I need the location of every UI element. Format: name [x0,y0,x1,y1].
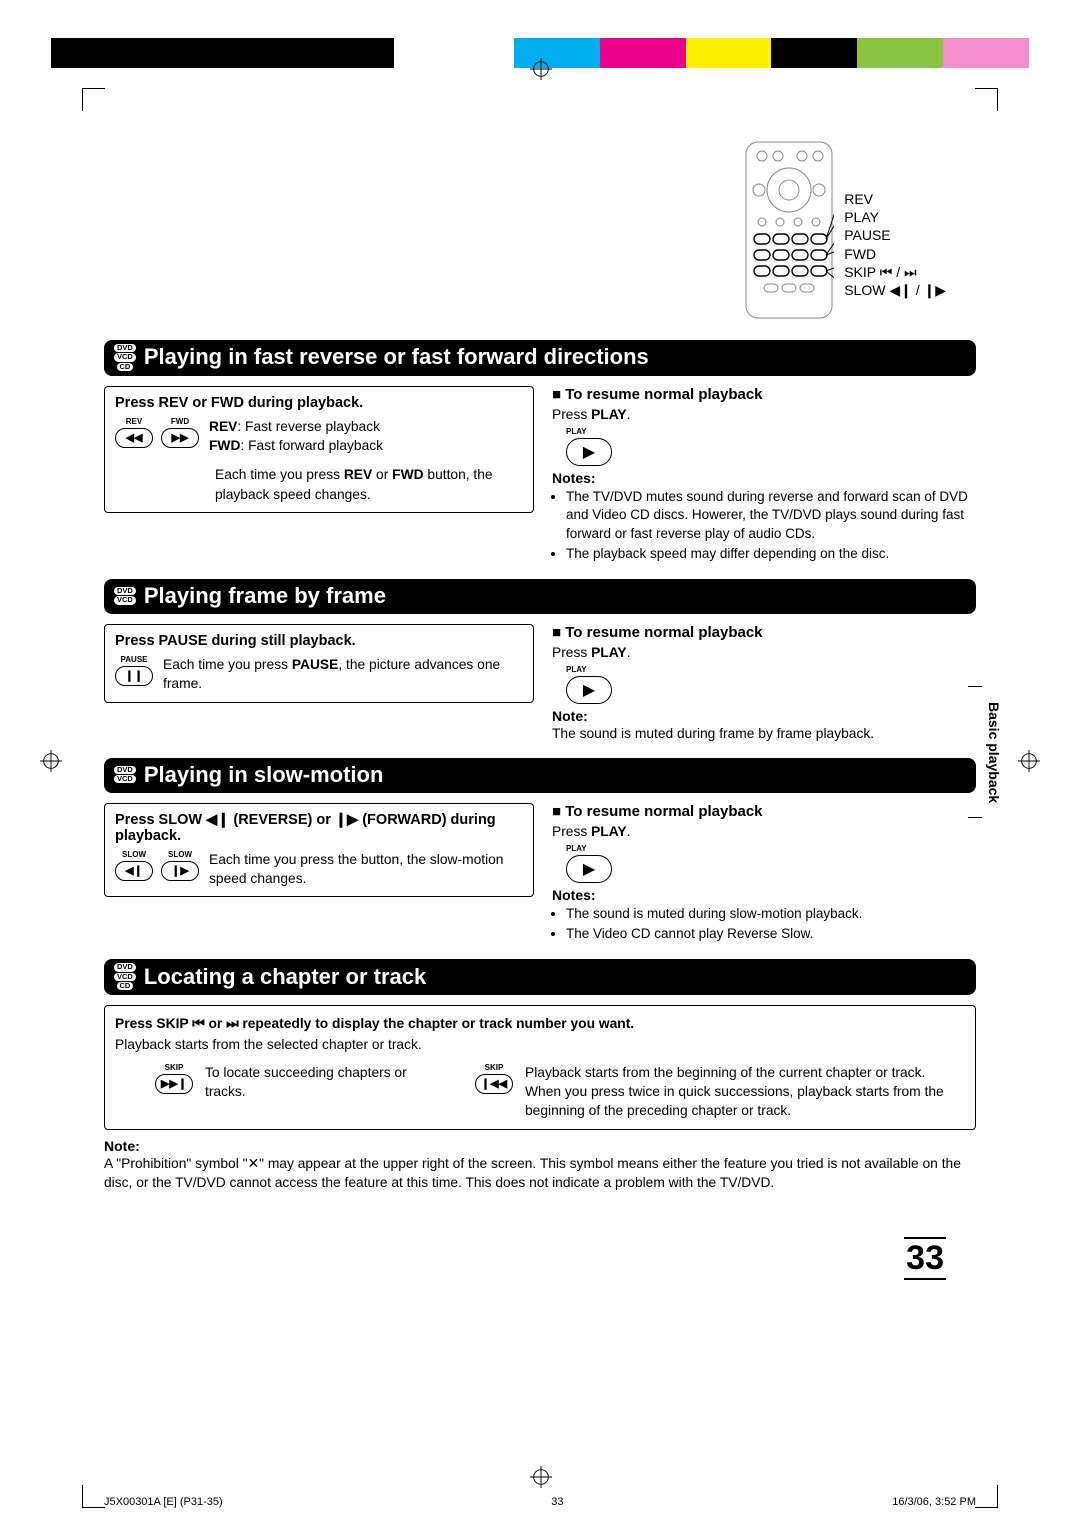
footer: J5X00301A [E] (P31-35) 33 16/3/06, 3:52 … [104,1496,976,1508]
pause-description: Each time you press PAUSE, the picture a… [163,655,523,694]
note-text: The sound is muted during frame by frame… [552,724,976,743]
instruction-box: Press REV or FWD during playback. REV ◀◀… [104,386,534,513]
skip-forward-text: To locate succeeding chapters or tracks. [205,1063,445,1121]
section-title-text: Playing in slow-motion [144,762,384,788]
disc-badge: DVDVCDCD [114,963,136,990]
page-number: 33 [904,1237,946,1280]
disc-badge: DVDVCD [114,587,136,605]
crop-mark [975,88,998,111]
rev-fwd-description: REV: Fast reverse playbackFWD: Fast forw… [209,417,383,456]
crop-mark [82,1485,105,1508]
resume-heading: To resume normal playback [552,624,976,641]
speed-change-note: Each time you press REV or FWD button, t… [215,465,523,504]
disc-badge: DVDVCD [114,766,136,784]
section-title-text: Locating a chapter or track [144,964,426,990]
crop-mark [975,1485,998,1508]
play-button-icon: ▶ [566,438,612,466]
registration-mark-icon [530,1466,552,1488]
disc-badge: DVDVCDCD [114,344,136,371]
instruction-box: Press SKIP ⏮ or ⏭ repeatedly to display … [104,1005,976,1130]
fwd-button-icon: FWD ▶▶ [161,417,199,448]
skip-back-text: Playback starts from the beginning of th… [525,1063,965,1121]
section-title-text: Playing frame by frame [144,583,386,609]
notes-list: The sound is muted during slow-motion pl… [552,905,976,943]
registration-mark-icon [1018,750,1040,772]
section-heading-fast: DVDVCDCD Playing in fast reverse or fast… [104,340,976,376]
section-heading-locate: DVDVCDCD Locating a chapter or track [104,959,976,995]
registration-mark-icon [40,750,62,772]
resume-heading: To resume normal playback [552,386,976,403]
play-label: PLAY [566,427,976,436]
slow-instruction-head: Press SLOW ◀❙ (REVERSE) or ❙▶ (FORWARD) … [115,812,523,844]
crop-mark [82,88,105,111]
side-tab: Basic playback [984,698,1004,807]
pause-button-icon: PAUSE ❙❙ [115,655,153,686]
remote-labels: REV PLAY PAUSE FWD SKIP ⏮ / ⏭ SLOW ◀❙ / … [844,190,946,299]
final-note-body: A "Prohibition" symbol "✕" may appear at… [104,1154,976,1193]
slow-reverse-icon: SLOW ◀❙ [115,850,153,881]
instruction-box: Press PAUSE during still playback. PAUSE… [104,624,534,703]
section-title-text: Playing in fast reverse or fast forward … [144,344,649,370]
section-heading-slow: DVDVCD Playing in slow-motion [104,758,976,793]
resume-heading: To resume normal playback [552,803,976,820]
slow-description: Each time you press the button, the slow… [209,850,523,889]
slow-forward-icon: SLOW ❙▶ [161,850,199,881]
side-tab-frame [968,686,982,818]
section-heading-frame: DVDVCD Playing frame by frame [104,579,976,614]
skip-forward-icon: SKIP ▶▶❙ [155,1063,193,1121]
registration-mark-icon [530,58,552,80]
final-note-head: Note: [104,1138,976,1154]
play-button-icon: ▶ [566,855,612,883]
notes-list: The TV/DVD mutes sound during reverse an… [552,488,976,563]
instruction-box: Press SLOW ◀❙ (REVERSE) or ❙▶ (FORWARD) … [104,803,534,898]
rev-button-icon: REV ◀◀ [115,417,153,448]
skip-back-icon: SKIP ❙◀◀ [475,1063,513,1121]
remote-diagram: REV PLAY PAUSE FWD SKIP ⏮ / ⏭ SLOW ◀❙ / … [744,140,946,320]
play-button-icon: ▶ [566,676,612,704]
